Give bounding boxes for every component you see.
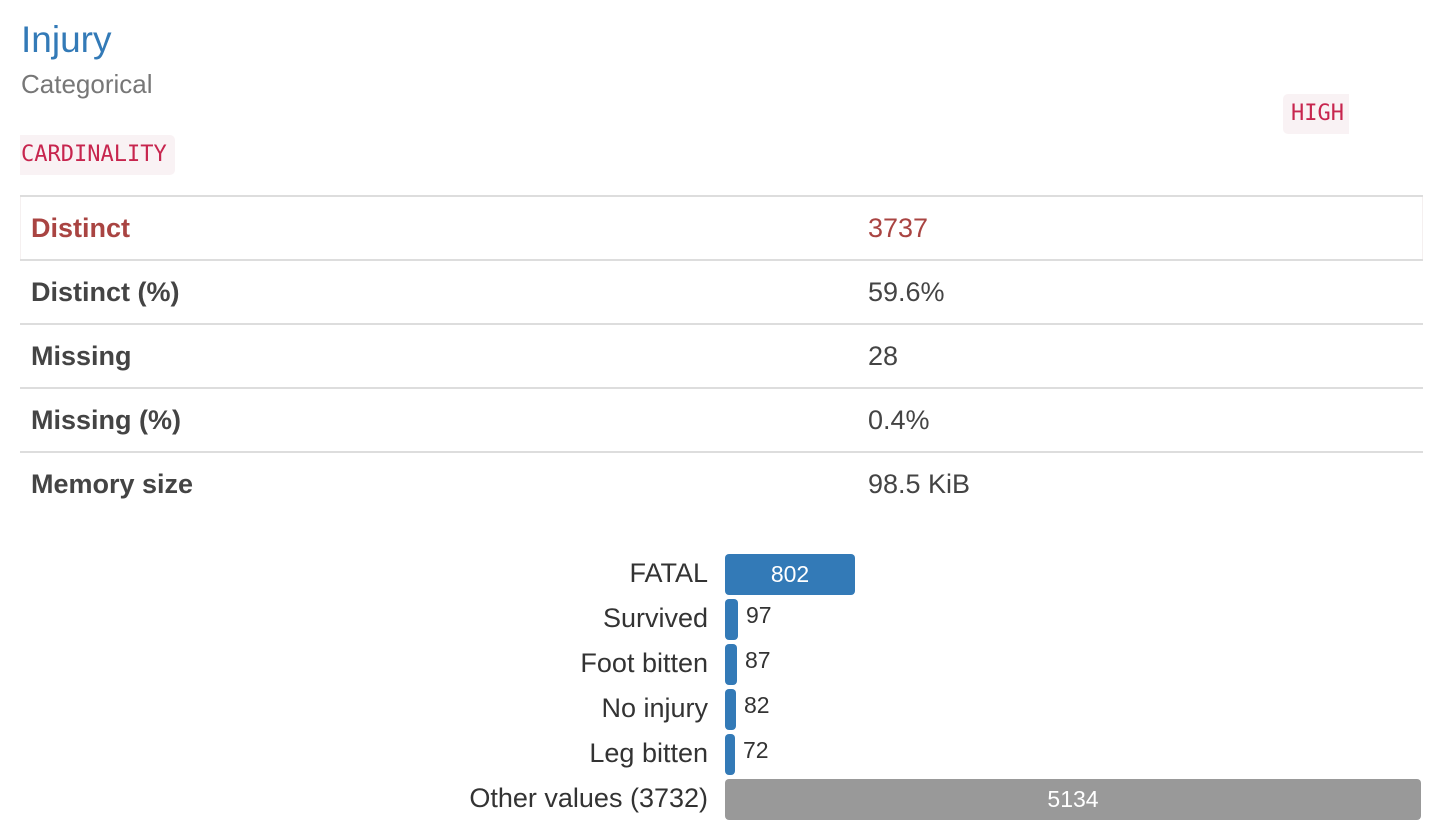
frequency-count: 72 <box>743 737 769 763</box>
stat-label: Distinct <box>20 195 857 260</box>
frequency-row: Leg bitten 72 <box>0 730 1437 775</box>
variable-type: Categorical <box>21 69 153 99</box>
frequency-label: No injury <box>601 693 708 723</box>
variable-title[interactable]: Injury <box>21 18 111 62</box>
frequency-row: FATAL 802 <box>0 550 1437 595</box>
frequency-label: Other values (3732) <box>469 783 708 813</box>
frequency-bar-other: 5134 <box>725 779 1421 820</box>
frequency-chart: FATAL 802 Survived 97 Foot bitten 87 No injury… <box>0 550 1437 830</box>
high-cardinality-badge-line2: CARDINALITY <box>20 135 175 175</box>
stat-label: Missing (%) <box>20 387 857 452</box>
frequency-label: Survived <box>602 603 708 633</box>
stats-row-missing-pct: Missing (%) 0.4% <box>20 387 1423 452</box>
stat-value: 28 <box>857 323 1423 388</box>
stat-value: 3737 <box>857 195 1423 260</box>
frequency-label: FATAL <box>629 558 708 588</box>
stat-label: Memory size <box>20 451 857 515</box>
stat-label: Missing <box>20 323 857 388</box>
frequency-count: 5134 <box>1047 786 1099 812</box>
stat-value: 0.4% <box>857 387 1423 452</box>
frequency-label: Foot bitten <box>580 648 708 678</box>
stat-value: 98.5 KiB <box>857 451 1423 515</box>
frequency-count: 87 <box>745 647 771 673</box>
frequency-row: Survived 97 <box>0 595 1437 640</box>
frequency-bar: 802 <box>725 554 855 595</box>
frequency-count: 82 <box>744 692 770 718</box>
frequency-count: 97 <box>746 602 772 628</box>
variable-panel: Injury Categorical HIGH CARDINALITY Dist… <box>0 0 1437 832</box>
stats-table: Distinct 3737 Distinct (%) 59.6% Missing… <box>20 195 1423 515</box>
frequency-row: Other values (3732) 5134 <box>0 775 1437 820</box>
stats-row-distinct-pct: Distinct (%) 59.6% <box>20 259 1423 324</box>
stats-row-memory-size: Memory size 98.5 KiB <box>20 451 1423 515</box>
stat-value: 59.6% <box>857 259 1423 324</box>
frequency-bar <box>725 599 738 640</box>
frequency-bar <box>725 689 736 730</box>
stats-row-distinct: Distinct 3737 <box>20 195 1423 260</box>
stat-label: Distinct (%) <box>20 259 857 324</box>
high-cardinality-badge-line1: HIGH <box>1283 94 1349 134</box>
stats-row-missing: Missing 28 <box>20 323 1423 388</box>
frequency-count: 802 <box>770 561 810 587</box>
frequency-label: Leg bitten <box>589 738 708 768</box>
frequency-bar <box>725 734 735 775</box>
frequency-bar <box>725 644 737 685</box>
frequency-row: Foot bitten 87 <box>0 640 1437 685</box>
frequency-row: No injury 82 <box>0 685 1437 730</box>
